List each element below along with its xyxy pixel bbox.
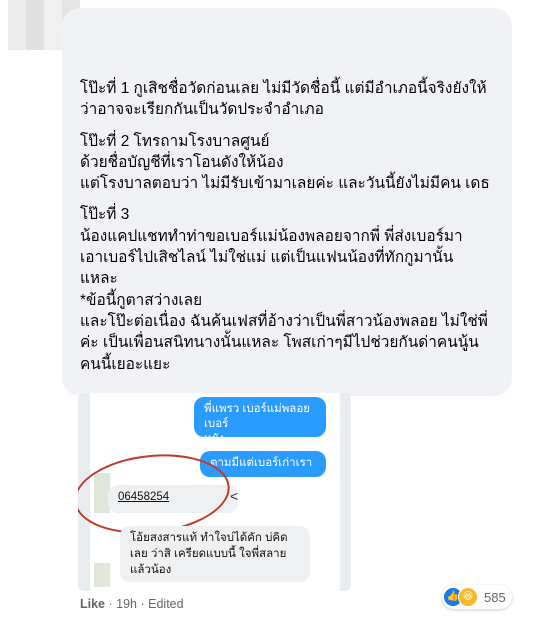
haha-icon: 😆 (458, 587, 478, 607)
chat-screenshot[interactable]: พี่แพรว เบอร์แม่พลอยเบอร์ หยัง ตามมีแต่เ… (78, 393, 351, 591)
chat-message-received: โอ้ยสงสารแท้ ทำใจบ่ได้คัก บ่คิด เลย ว่าส… (120, 526, 310, 582)
reactions-badge[interactable]: 👍 😆 585 (442, 585, 512, 609)
comment-text: โป๊ะที่ 1 กูเสิชชื่อวัดก่อนเลย ไม่มีวัดช… (80, 78, 510, 385)
reaction-count: 585 (484, 589, 506, 605)
like-link[interactable]: Like (80, 597, 105, 611)
comment-footer: Like · 19h · Edited (80, 597, 184, 611)
chat-screen: พี่แพรว เบอร์แม่พลอยเบอร์ หยัง ตามมีแต่เ… (78, 393, 340, 591)
edited-label[interactable]: Edited (148, 597, 183, 611)
chat-message-sent-1: พี่แพรว เบอร์แม่พลอยเบอร์ หยัง (194, 397, 326, 445)
comment-paragraph-1: โป๊ะที่ 1 กูเสิชชื่อวัดก่อนเลย ไม่มีวัดช… (80, 80, 487, 119)
share-icon: < (230, 488, 239, 504)
comment-time[interactable]: 19h (116, 597, 137, 611)
comment-paragraph-3: โป๊ะที่ 3 น้องแคปแชททำท่าขอเบอร์แม่น้องพ… (80, 206, 488, 373)
blurred-avatar-2 (94, 563, 110, 587)
comment-paragraph-2: โป๊ะที่ 2 โทรถามโรงบาลศูนย์ ด้วยชื่อบัญช… (80, 132, 490, 193)
